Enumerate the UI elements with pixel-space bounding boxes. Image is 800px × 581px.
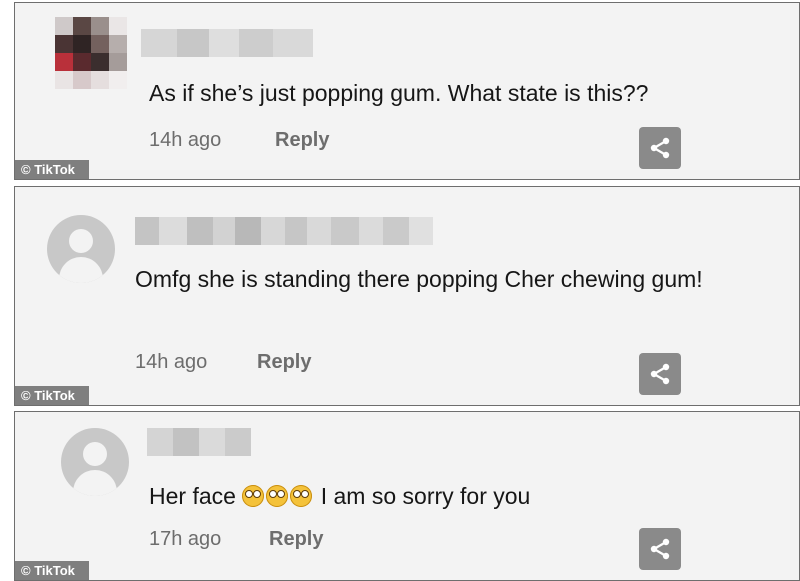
- comment-text: Her face I am so sorry for you: [149, 476, 530, 516]
- comment-card: As if she’s just popping gum. What state…: [14, 2, 800, 180]
- share-button[interactable]: [639, 127, 681, 169]
- tiktok-watermark: © TikTok: [15, 561, 89, 580]
- default-avatar-icon[interactable]: [47, 215, 115, 283]
- comment-text: Omfg she is standing there popping Cher …: [135, 266, 703, 292]
- share-icon: [650, 363, 670, 385]
- comment-text-end: I am so sorry for you: [314, 483, 531, 509]
- comment-card: Her face I am so sorry for you 17h ago R…: [14, 411, 800, 581]
- flushed-face-icon: [290, 485, 313, 507]
- tiktok-watermark: © TikTok: [15, 160, 89, 179]
- share-button[interactable]: [639, 528, 681, 570]
- share-button[interactable]: [639, 353, 681, 395]
- reply-button[interactable]: Reply: [269, 528, 323, 551]
- comment-text: As if she’s just popping gum. What state…: [149, 80, 649, 106]
- reply-button[interactable]: Reply: [257, 351, 311, 374]
- comment-timestamp: 14h ago: [149, 129, 222, 151]
- avatar[interactable]: [55, 17, 127, 89]
- reply-button[interactable]: Reply: [275, 129, 329, 152]
- username-redacted[interactable]: [135, 217, 433, 245]
- share-icon: [650, 538, 670, 560]
- share-icon: [650, 137, 670, 159]
- username-redacted[interactable]: [147, 428, 251, 456]
- comment-timestamp: 17h ago: [149, 528, 222, 550]
- comment-text-start: Her face: [149, 483, 243, 509]
- comment-timestamp: 14h ago: [135, 351, 208, 373]
- tiktok-watermark: © TikTok: [15, 386, 89, 405]
- default-avatar-icon[interactable]: [61, 428, 129, 496]
- flushed-face-icon: [266, 485, 289, 507]
- comment-card: Omfg she is standing there popping Cher …: [14, 186, 800, 406]
- flushed-face-icon: [242, 485, 265, 507]
- username-redacted[interactable]: [141, 29, 313, 57]
